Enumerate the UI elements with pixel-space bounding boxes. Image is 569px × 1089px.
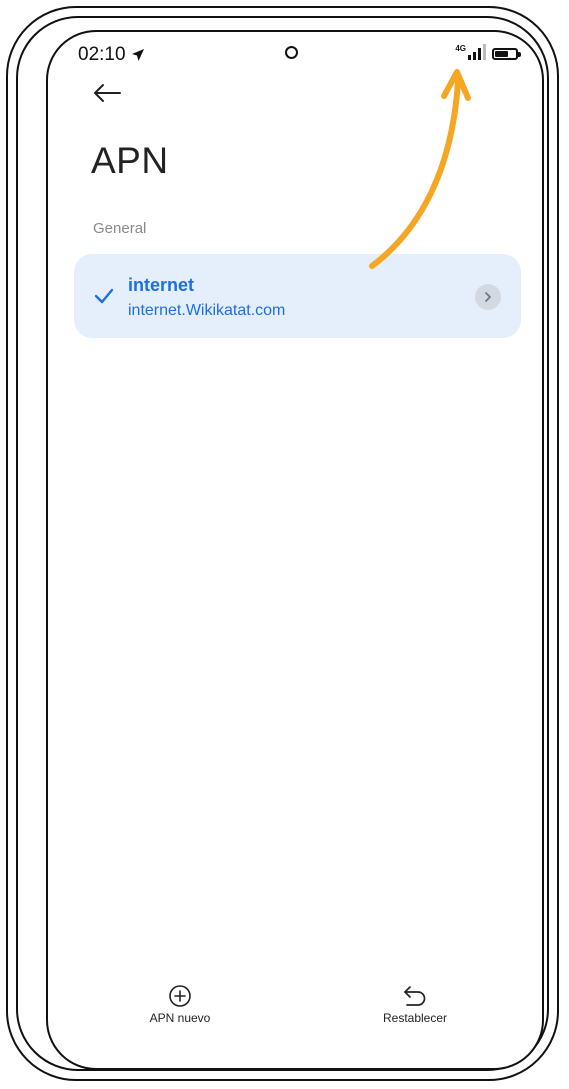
arrow-left-icon <box>94 84 121 102</box>
apn-details-button[interactable] <box>475 284 501 310</box>
phone-screen: 02:10 4G APN General internet internet.W… <box>46 30 544 1070</box>
undo-icon <box>404 986 426 1006</box>
battery-icon <box>492 48 521 60</box>
front-camera <box>285 46 298 59</box>
phone-illustration: 02:10 4G APN General internet internet.W… <box>0 0 569 1089</box>
section-label-general: General <box>93 220 147 237</box>
status-bar-icons: 4G <box>455 44 521 60</box>
status-time-text: 02:10 <box>78 44 126 65</box>
reset-label: Restablecer <box>382 1011 448 1025</box>
signal-icon <box>468 44 486 60</box>
status-bar-time: 02:10 <box>78 44 145 66</box>
new-apn-label: APN nuevo <box>149 1011 211 1025</box>
page-title: APN <box>91 140 169 181</box>
apn-list-item[interactable]: internet internet.Wikikatat.com <box>74 254 521 338</box>
apn-value: internet.Wikikatat.com <box>128 302 286 319</box>
location-arrow-icon <box>131 49 144 61</box>
network-type-label: 4G <box>455 44 466 53</box>
reset-button[interactable]: Restablecer <box>373 984 457 1025</box>
apn-name: internet <box>128 275 195 295</box>
chevron-right-icon <box>485 292 491 302</box>
back-button[interactable] <box>92 82 124 106</box>
check-icon <box>94 288 114 304</box>
new-apn-button[interactable]: APN nuevo <box>145 984 215 1025</box>
plus-circle-icon <box>169 985 191 1007</box>
